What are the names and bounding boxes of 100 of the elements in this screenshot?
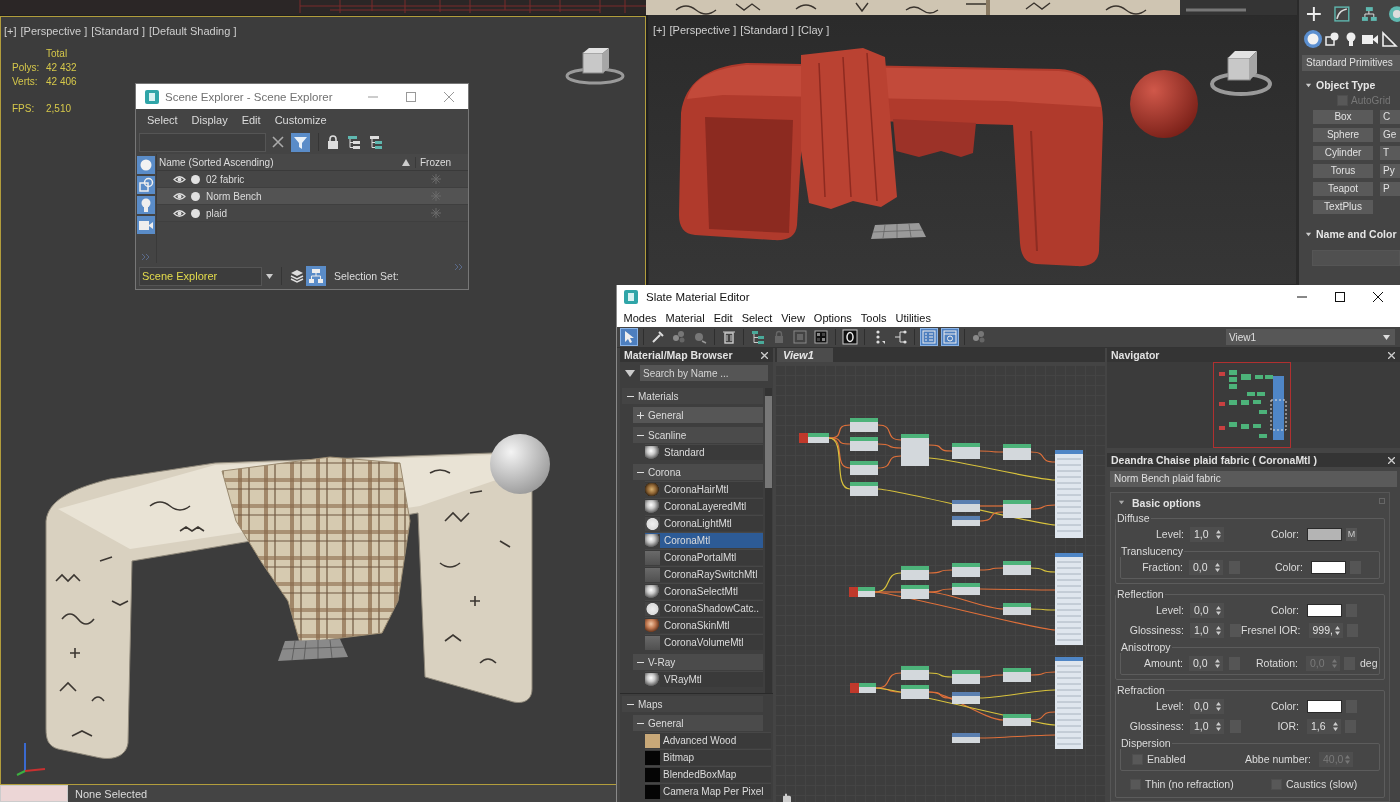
spinner-arrows-icon[interactable]	[1215, 562, 1220, 572]
chevron-icon[interactable]	[141, 253, 151, 261]
primitive-button[interactable]: Teapot	[1313, 182, 1373, 196]
checker-icon[interactable]	[812, 328, 830, 346]
category-header[interactable]: Scanline	[633, 427, 763, 443]
list-item[interactable]: CoronaLightMtl	[645, 515, 763, 531]
map-node[interactable]	[1003, 603, 1031, 615]
spinner-field[interactable]: 999,	[1308, 622, 1343, 638]
curve-icon[interactable]	[1332, 5, 1351, 23]
spinner-field[interactable]: 1,0	[1190, 622, 1224, 638]
map-node[interactable]	[901, 566, 929, 580]
viewport-label[interactable]: [Default Shading ]	[149, 25, 237, 38]
spinner-arrows-icon[interactable]	[1216, 529, 1221, 539]
caret-icon[interactable]	[266, 273, 273, 279]
viewport-label[interactable]: [Standard ]	[91, 25, 145, 38]
handle-icon[interactable]	[1379, 498, 1385, 504]
menu-item[interactable]: Customize	[267, 113, 334, 126]
view-tab[interactable]: View1	[777, 348, 833, 362]
viewport-label[interactable]: [+]	[4, 25, 17, 38]
spinner-field[interactable]: 0,0	[1189, 559, 1223, 575]
swatch-icon[interactable]	[1307, 699, 1342, 713]
map-node[interactable]	[901, 434, 929, 466]
map-node[interactable]	[850, 461, 878, 475]
map-node[interactable]	[952, 516, 980, 526]
primitive-button[interactable]: TextPlus	[1313, 200, 1373, 214]
map-slot-button[interactable]: M	[1346, 527, 1357, 541]
spinner-arrows-icon[interactable]	[1216, 625, 1221, 635]
clear-icon[interactable]	[272, 136, 284, 148]
bitmap-node[interactable]	[850, 683, 876, 693]
dropdown[interactable]: Standard Primitives	[1302, 55, 1400, 71]
spinner-field[interactable]: 0,0	[1189, 655, 1223, 671]
menu-item[interactable]: Options	[809, 311, 857, 324]
map-node[interactable]	[901, 685, 929, 699]
viewport-label[interactable]: [Clay ]	[798, 24, 830, 37]
menu-item[interactable]: Select	[737, 311, 777, 324]
viewcube-icon[interactable]	[564, 45, 626, 85]
primitive-button[interactable]: T	[1380, 146, 1400, 160]
primitive-button[interactable]: Box	[1313, 110, 1373, 124]
spinner-field[interactable]: 1,6	[1307, 718, 1341, 734]
spinner-field[interactable]: 1,0	[1190, 718, 1224, 734]
spinner-field[interactable]: 0,0	[1190, 698, 1224, 714]
viewport[interactable]: [+] [Perspective ] [Standard ] [Clay ]	[648, 15, 1297, 285]
category-header[interactable]: Corona	[633, 464, 763, 480]
map-node[interactable]	[1003, 714, 1031, 726]
menu-item[interactable]: Display	[184, 113, 235, 126]
shapes-icon[interactable]	[1323, 30, 1341, 48]
viewport-label[interactable]: [Perspective ]	[20, 25, 88, 38]
primitive-button[interactable]: Sphere	[1313, 128, 1373, 142]
sphere-icon[interactable]	[1304, 30, 1322, 48]
map-node[interactable]	[952, 733, 980, 743]
list-item[interactable]: CoronaSelectMtl	[645, 583, 763, 599]
swatch-icon[interactable]	[1307, 527, 1342, 541]
script-field[interactable]	[0, 785, 68, 802]
category-header[interactable]: General	[633, 407, 763, 423]
list-item[interactable]: BlendedBoxMap	[645, 766, 771, 782]
hierarchy-icon[interactable]	[1360, 5, 1379, 23]
search-field[interactable]: Search by Name ...	[640, 365, 768, 381]
bitmap-node[interactable]	[799, 433, 829, 443]
list-item[interactable]: CoronaVolumeMtl	[645, 634, 763, 650]
category-header[interactable]: Maps	[622, 696, 763, 712]
close-icon[interactable]	[761, 351, 768, 359]
eye-icon[interactable]	[173, 208, 186, 218]
list-item[interactable]: CoronaPortalMtl	[645, 549, 763, 565]
map-node[interactable]	[952, 500, 980, 512]
list-item[interactable]: CoronaSkinMtl	[645, 617, 763, 633]
list-item[interactable]: Camera Map Per Pixel	[645, 783, 771, 799]
column-header[interactable]: Frozen	[415, 156, 452, 168]
list-item[interactable]: CoronaRaySwitchMtl	[645, 566, 763, 582]
list-item[interactable]: Bitmap	[645, 749, 771, 765]
close-icon[interactable]	[1388, 456, 1395, 464]
primitive-button[interactable]: Cylinder	[1313, 146, 1373, 160]
category-header[interactable]: Materials	[622, 388, 763, 404]
caret-icon[interactable]	[625, 369, 635, 377]
spinner-arrows-icon[interactable]	[1333, 721, 1338, 731]
primitive-button[interactable]: Torus	[1313, 164, 1373, 178]
menu-item[interactable]: Edit	[234, 113, 268, 126]
tree-row[interactable]: 02 fabric	[157, 171, 468, 188]
plus-icon[interactable]	[1305, 5, 1323, 23]
list-item[interactable]: CoronaShadowCatc..	[645, 600, 763, 616]
menu-item[interactable]: View	[776, 311, 810, 324]
tree-row[interactable]: plaid	[157, 205, 468, 222]
swatch-icon[interactable]	[1311, 560, 1346, 574]
menu-item[interactable]: Edit	[709, 311, 738, 324]
ruler-icon[interactable]	[1380, 30, 1398, 48]
primitive-button[interactable]: P	[1380, 182, 1400, 196]
material-name-field[interactable]: Norm Bench plaid fabric	[1110, 471, 1397, 487]
swatch-icon[interactable]	[1307, 603, 1342, 617]
close-icon[interactable]	[1388, 351, 1395, 359]
material-node[interactable]	[1055, 450, 1083, 538]
bitmap-node[interactable]	[849, 587, 875, 597]
material-node[interactable]	[1055, 657, 1083, 749]
map-node[interactable]	[1003, 668, 1031, 682]
frame-icon[interactable]	[841, 328, 859, 346]
spinner-arrows-icon[interactable]	[1216, 701, 1221, 711]
snowflake-icon[interactable]	[431, 174, 441, 184]
list-icon[interactable]	[920, 328, 938, 346]
menu-item[interactable]: Material	[661, 311, 710, 324]
minimap-drawing[interactable]	[1107, 362, 1400, 448]
scrollbar[interactable]	[765, 388, 772, 693]
list-item[interactable]: Advanced Wood	[645, 732, 771, 748]
